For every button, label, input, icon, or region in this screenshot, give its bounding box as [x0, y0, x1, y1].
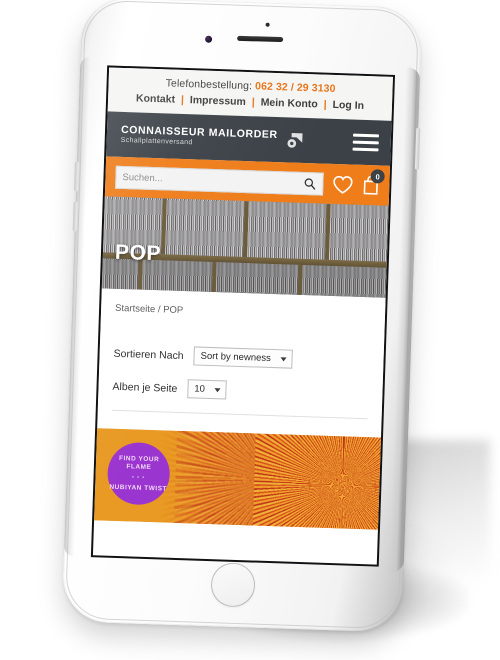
search-field[interactable] — [115, 165, 324, 196]
section-divider — [111, 410, 368, 420]
utility-link-kontakt[interactable]: Kontakt — [136, 93, 175, 106]
phone-screen: Telefonbestellung: 062 32 / 29 3130 Kont… — [90, 65, 396, 567]
category-hero: POP — [101, 196, 389, 299]
page-content: Startseite / POP Sortieren Nach Sort by … — [97, 288, 386, 421]
promo-title: FIND YOUR FLAME — [118, 455, 160, 472]
promo-artist: NUBIYAN TWIST — [109, 483, 168, 493]
breadcrumb[interactable]: Startseite / POP — [115, 303, 371, 322]
cart-button[interactable]: 0 — [362, 169, 385, 196]
sort-filter-row: Sortieren Nach Sort by newness — [113, 344, 369, 371]
search-input[interactable] — [122, 171, 304, 189]
heart-icon[interactable] — [332, 175, 354, 195]
power-button[interactable] — [414, 127, 421, 170]
vinyl-record-mark-icon — [287, 132, 303, 148]
category-title: POP — [114, 241, 162, 266]
search-icon[interactable] — [303, 177, 316, 190]
utility-separator: | — [323, 98, 327, 111]
chevron-down-icon[interactable] — [214, 388, 221, 393]
utility-separator: | — [251, 96, 255, 109]
wishlist-button[interactable] — [332, 175, 354, 195]
per-page-filter-row: Alben je Seite 10 — [112, 377, 368, 404]
per-page-label: Alben je Seite — [112, 380, 178, 395]
promo-banner[interactable]: FIND YOUR FLAME • • • NUBIYAN TWIST — [94, 428, 381, 531]
sort-select-value: Sort by newness — [200, 351, 272, 365]
per-page-select[interactable]: 10 — [186, 379, 228, 400]
phone-order-label: Telefonbestellung: — [165, 77, 253, 93]
phone-order-number[interactable]: 062 32 / 29 3130 — [255, 80, 336, 95]
per-page-select-value: 10 — [194, 383, 206, 396]
cart-count-badge: 0 — [370, 169, 385, 185]
sort-select[interactable]: Sort by newness — [193, 346, 294, 370]
brand-logo[interactable]: CONNAISSEUR MAILORDER Schallplattenversa… — [121, 124, 305, 151]
hamburger-menu-icon[interactable] — [352, 134, 380, 152]
sort-label: Sortieren Nach — [113, 347, 184, 363]
utility-link-impressum[interactable]: Impressum — [190, 94, 246, 108]
promo-divider-dots: • • • — [131, 474, 146, 482]
utility-link-mein-konto[interactable]: Mein Konto — [260, 97, 318, 111]
utility-separator: | — [180, 94, 185, 107]
smartphone-mockup: Telefonbestellung: 062 32 / 29 3130 Kont… — [61, 0, 423, 633]
chevron-down-icon[interactable] — [280, 357, 287, 362]
utility-link-log-in[interactable]: Log In — [332, 99, 364, 112]
